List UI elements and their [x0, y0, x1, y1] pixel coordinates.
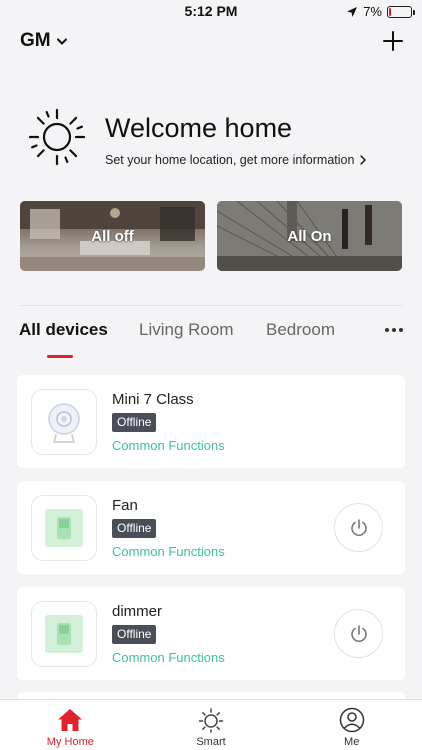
scene-label: All off [91, 227, 134, 245]
chevron-right-icon [360, 155, 367, 165]
scene-all-off[interactable]: All off [20, 201, 205, 271]
home-selector[interactable]: GM [20, 30, 67, 52]
status-right: 7% [346, 4, 415, 19]
home-name: GM [20, 30, 51, 51]
common-functions-link[interactable]: Common Functions [112, 544, 225, 559]
welcome-title: Welcome home [105, 113, 293, 143]
header: GM [20, 28, 404, 58]
tab-all-devices[interactable]: All devices [19, 320, 108, 340]
battery-icon [387, 5, 415, 18]
common-functions-link[interactable]: Common Functions [112, 650, 225, 665]
nav-smart[interactable]: Smart [141, 700, 282, 750]
battery-fill [389, 7, 391, 16]
status-bar: 5:12 PM 7% [0, 0, 422, 22]
switch-icon [45, 509, 83, 547]
divider [20, 305, 402, 306]
device-card-dimmer[interactable]: dimmer Offline Common Functions [17, 587, 405, 680]
power-button[interactable] [334, 503, 383, 552]
device-thumbnail [31, 389, 97, 455]
sun-icon [198, 708, 224, 733]
plus-icon[interactable] [382, 30, 404, 52]
scene-cards: All off All On [20, 201, 402, 271]
nav-me[interactable]: Me [281, 700, 422, 750]
tab-living-room[interactable]: Living Room [139, 320, 234, 340]
welcome-subtitle[interactable]: Set your home location, get more informa… [105, 153, 367, 167]
welcome-banner[interactable]: Welcome home Set your home location, get… [28, 108, 402, 172]
chevron-down-icon [56, 38, 67, 45]
device-card-fan[interactable]: Fan Offline Common Functions [17, 481, 405, 574]
scene-all-on[interactable]: All On [217, 201, 402, 271]
nav-label: Me [344, 736, 360, 748]
device-card-mini-7-class[interactable]: Mini 7 Class Offline Common Functions [17, 375, 405, 468]
power-icon [350, 624, 367, 642]
status-badge: Offline [112, 413, 157, 432]
location-arrow-icon [347, 6, 358, 17]
common-functions-link[interactable]: Common Functions [112, 438, 225, 453]
nav-my-home[interactable]: My Home [0, 700, 141, 750]
tab-active-indicator [47, 355, 73, 358]
status-badge: Offline [112, 519, 157, 538]
home-icon [58, 709, 83, 731]
device-name: dimmer [112, 603, 163, 620]
more-icon[interactable] [384, 327, 404, 333]
nav-label: Smart [196, 736, 226, 748]
device-name: Fan [112, 497, 138, 514]
user-icon [339, 707, 364, 733]
power-icon [350, 518, 367, 536]
battery-percent: 7% [363, 4, 382, 19]
bottom-nav: My Home Smart Me [0, 699, 422, 750]
scene-label: All On [287, 227, 332, 245]
room-tabs: All devices Living Room Bedroom [19, 318, 404, 358]
device-name: Mini 7 Class [112, 391, 194, 408]
switch-icon [45, 615, 83, 653]
power-button[interactable] [334, 609, 383, 658]
camera-icon [48, 403, 80, 443]
sun-icon [28, 108, 86, 166]
device-thumbnail [31, 601, 97, 667]
nav-label: My Home [46, 736, 94, 748]
device-thumbnail [31, 495, 97, 561]
tab-bedroom[interactable]: Bedroom [266, 320, 335, 340]
status-badge: Offline [112, 625, 157, 644]
welcome-subtitle-text: Set your home location, get more informa… [105, 153, 355, 167]
